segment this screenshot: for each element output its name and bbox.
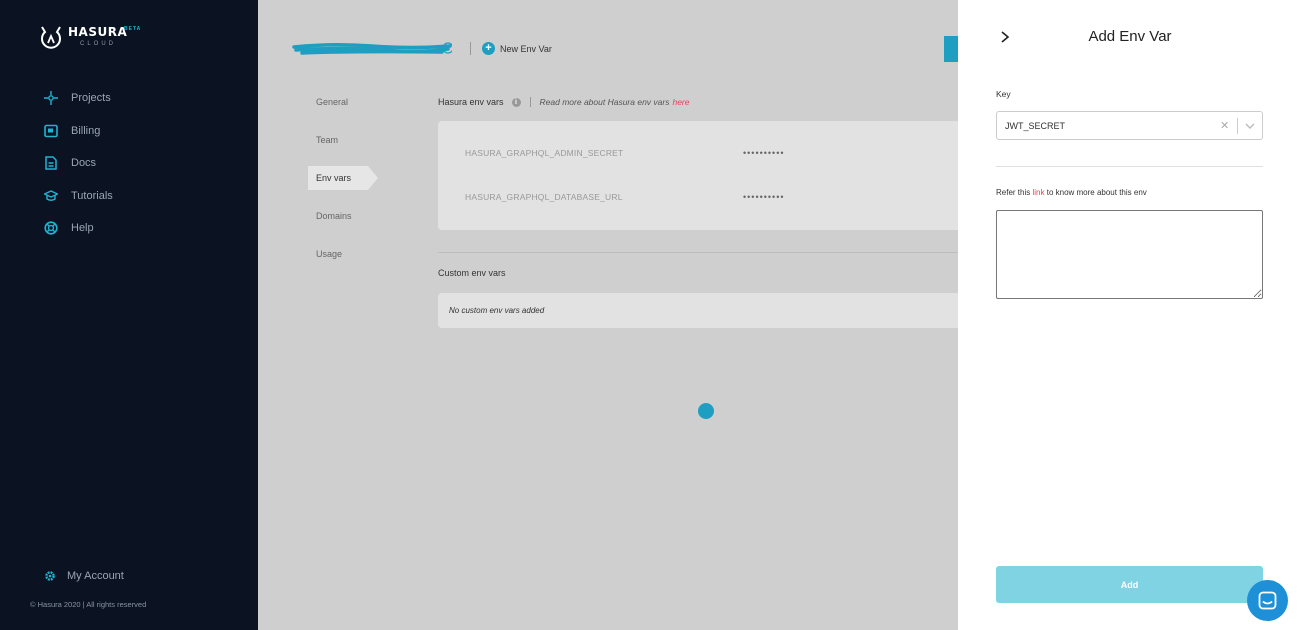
- hasura-logo[interactable]: HASURA BETA CLOUD: [38, 24, 140, 50]
- section-divider: [438, 252, 958, 253]
- chat-icon: [1258, 591, 1277, 610]
- drawer-title: Add Env Var: [1088, 28, 1172, 45]
- env-value-masked: ••••••••••: [743, 192, 785, 202]
- sidebar-item-label: Billing: [71, 124, 101, 137]
- add-button[interactable]: Add: [996, 566, 1263, 603]
- sidebar-item-tutorials[interactable]: Tutorials: [44, 186, 113, 206]
- clear-icon[interactable]: ✕: [1220, 120, 1229, 132]
- header-separator: [529, 97, 531, 107]
- key-select-value: JWT_SECRET: [1005, 121, 1066, 131]
- hasura-logo-icon: [41, 26, 61, 49]
- tab-usage[interactable]: Usage: [308, 242, 368, 266]
- custom-env-card: No custom env vars added: [438, 293, 958, 328]
- settings-subnav: General Team Env vars Domains Usage: [308, 90, 378, 280]
- new-env-var-label: New Env Var: [500, 43, 552, 54]
- plus-circle-icon: +: [482, 42, 495, 55]
- info-icon[interactable]: i: [511, 97, 521, 107]
- docs-icon: [45, 156, 57, 170]
- env-value-masked: ••••••••••: [743, 148, 785, 158]
- tab-env-vars[interactable]: Env vars: [308, 166, 378, 190]
- hasura-env-title: Hasura env vars: [438, 97, 504, 107]
- copyright-footer: © Hasura 2020 | All rights reserved: [30, 600, 147, 609]
- select-separator: [1237, 118, 1238, 134]
- drawer-divider: [996, 166, 1263, 167]
- billing-icon: [44, 124, 58, 137]
- read-more-link[interactable]: here: [672, 97, 689, 107]
- chat-launcher-button[interactable]: [1247, 580, 1288, 621]
- key-label: Key: [996, 89, 1011, 99]
- top-action-button[interactable]: [944, 36, 958, 62]
- loading-spinner: [698, 403, 714, 419]
- refer-link[interactable]: link: [1032, 188, 1044, 197]
- logo-name: HASURA: [68, 25, 128, 39]
- empty-state-text: No custom env vars added: [449, 306, 545, 315]
- gear-icon: [45, 571, 55, 581]
- tab-general[interactable]: General: [308, 90, 368, 114]
- sidebar-item-projects[interactable]: Projects: [44, 88, 113, 108]
- new-env-var-button[interactable]: + New Env Var: [482, 42, 552, 55]
- sidebar: HASURA BETA CLOUD Projects Billing Docs …: [0, 0, 258, 630]
- refer-suffix: to know more about this env: [1046, 188, 1147, 197]
- env-key: HASURA_GRAPHQL_ADMIN_SECRET: [465, 148, 624, 158]
- add-env-var-drawer: Add Env Var Key JWT_SECRET ✕ Refer this …: [958, 0, 1300, 630]
- custom-env-title: Custom env vars: [438, 268, 506, 278]
- read-more-text: Read more about Hasura env vars: [539, 97, 670, 107]
- sidebar-item-label: Help: [71, 222, 94, 234]
- main-content: + New Env Var General Team Env vars Doma…: [258, 0, 958, 630]
- my-account-link[interactable]: My Account: [44, 570, 124, 582]
- topbar-separator: [470, 42, 471, 55]
- sidebar-item-help[interactable]: Help: [44, 218, 113, 238]
- projects-icon: [44, 91, 58, 105]
- sidebar-item-label: Tutorials: [71, 189, 113, 202]
- my-account-label: My Account: [67, 570, 124, 582]
- env-key: HASURA_GRAPHQL_DATABASE_URL: [465, 192, 623, 202]
- sidebar-item-label: Projects: [71, 92, 111, 104]
- beta-badge: BETA: [124, 26, 142, 32]
- tab-domains[interactable]: Domains: [308, 204, 368, 228]
- logo-cloud: CLOUD: [80, 41, 117, 47]
- hasura-env-card: HASURA_GRAPHQL_ADMIN_SECRET •••••••••• H…: [438, 121, 958, 230]
- key-select[interactable]: JWT_SECRET ✕: [996, 111, 1263, 140]
- refer-prefix: Refer this: [996, 188, 1031, 197]
- tab-team[interactable]: Team: [308, 128, 368, 152]
- redacted-project-name: [292, 42, 452, 55]
- chevron-down-icon[interactable]: [1244, 121, 1256, 131]
- help-icon: [44, 221, 58, 235]
- sidebar-item-label: Docs: [71, 157, 97, 169]
- sidebar-item-docs[interactable]: Docs: [44, 153, 113, 173]
- refer-text: Refer this link to know more about this …: [996, 188, 1147, 197]
- env-value-textarea[interactable]: [996, 210, 1263, 299]
- hasura-env-header: Hasura env vars i Read more about Hasura…: [438, 97, 689, 107]
- sidebar-item-billing[interactable]: Billing: [44, 121, 113, 141]
- tutorials-icon: [44, 189, 58, 201]
- sidebar-nav: Projects Billing Docs Tutorials Help: [44, 88, 113, 251]
